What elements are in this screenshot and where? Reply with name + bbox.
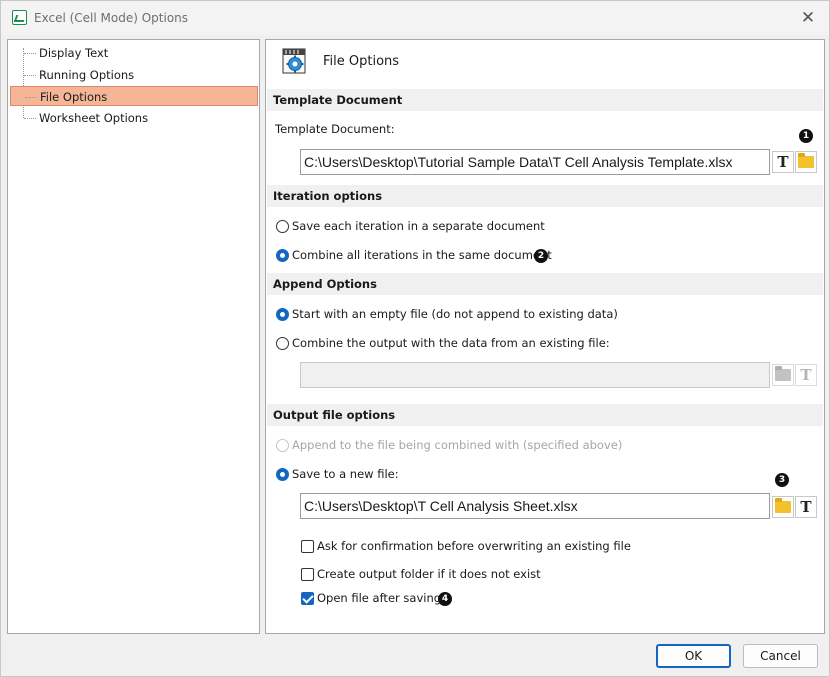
- callout-badge-2: 2: [534, 249, 548, 263]
- section-iteration-options: Iteration options: [267, 185, 823, 207]
- save-each-iteration-label: Save each iteration in a separate docume…: [292, 219, 545, 233]
- template-path-input[interactable]: C:\Users\Desktop\Tutorial Sample Data\T …: [300, 149, 770, 175]
- checkbox-open-after-saving[interactable]: [301, 592, 314, 605]
- text-format-icon: T: [800, 498, 812, 516]
- text-format-icon: T: [800, 366, 812, 384]
- callout-badge-4: 4: [438, 592, 452, 606]
- existing-file-path-input[interactable]: [300, 362, 770, 388]
- section-template-document: Template Document: [267, 89, 823, 111]
- close-button[interactable]: ✕: [795, 6, 821, 30]
- folder-icon: [775, 498, 791, 513]
- app-chart-icon: [12, 10, 27, 25]
- template-browse-button[interactable]: [795, 151, 817, 173]
- radio-start-empty-file[interactable]: [276, 308, 289, 321]
- radio-save-each-iteration[interactable]: [276, 220, 289, 233]
- template-text-format-button[interactable]: T: [772, 151, 794, 173]
- cancel-button[interactable]: Cancel: [743, 644, 818, 668]
- checkbox-create-output-folder[interactable]: [301, 568, 314, 581]
- radio-append-to-combined-file[interactable]: [276, 439, 289, 452]
- ask-confirmation-label: Ask for confirmation before overwriting …: [317, 539, 631, 553]
- callout-badge-1: 1: [799, 129, 813, 143]
- section-append-options: Append Options: [267, 273, 823, 295]
- combine-existing-file-label: Combine the output with the data from an…: [292, 336, 610, 350]
- window-title: Excel (Cell Mode) Options: [34, 11, 189, 25]
- radio-save-to-new-file[interactable]: [276, 468, 289, 481]
- tree-item-display-text[interactable]: Display Text: [10, 43, 258, 63]
- template-document-label: Template Document:: [275, 122, 395, 136]
- folder-icon: [798, 153, 814, 168]
- existing-file-text-format-button[interactable]: T: [795, 364, 817, 386]
- save-to-new-file-label: Save to a new file:: [292, 467, 399, 481]
- tree-item-running-options[interactable]: Running Options: [10, 65, 258, 85]
- output-text-format-button[interactable]: T: [795, 496, 817, 518]
- section-output-file-options: Output file options: [267, 404, 823, 426]
- folder-icon: [775, 366, 791, 381]
- checkbox-ask-confirmation[interactable]: [301, 540, 314, 553]
- text-format-icon: T: [777, 153, 789, 171]
- create-output-folder-label: Create output folder if it does not exis…: [317, 567, 541, 581]
- existing-file-browse-button[interactable]: [772, 364, 794, 386]
- start-empty-file-label: Start with an empty file (do not append …: [292, 307, 618, 321]
- radio-combine-existing-file[interactable]: [276, 337, 289, 350]
- title-bar: Excel (Cell Mode) Options ✕: [1, 1, 829, 35]
- append-to-combined-file-label: Append to the file being combined with (…: [292, 438, 623, 452]
- radio-combine-iterations[interactable]: [276, 249, 289, 262]
- combine-iterations-label: Combine all iterations in the same docum…: [292, 248, 552, 262]
- file-gear-icon: [282, 48, 306, 74]
- output-browse-button[interactable]: [772, 496, 794, 518]
- tree-item-file-options[interactable]: File Options: [10, 86, 258, 106]
- file-options-panel: File Options Template Document Template …: [265, 39, 825, 634]
- tree-item-worksheet-options[interactable]: Worksheet Options: [10, 108, 258, 128]
- options-tree: Display Text Running Options File Option…: [7, 39, 260, 634]
- open-after-saving-label: Open file after saving: [317, 591, 442, 605]
- ok-button[interactable]: OK: [656, 644, 731, 668]
- options-dialog: Excel (Cell Mode) Options ✕ Display Text…: [0, 0, 830, 677]
- output-path-input[interactable]: C:\Users\Desktop\T Cell Analysis Sheet.x…: [300, 493, 770, 519]
- panel-title: File Options: [323, 54, 400, 69]
- callout-badge-3: 3: [775, 473, 789, 487]
